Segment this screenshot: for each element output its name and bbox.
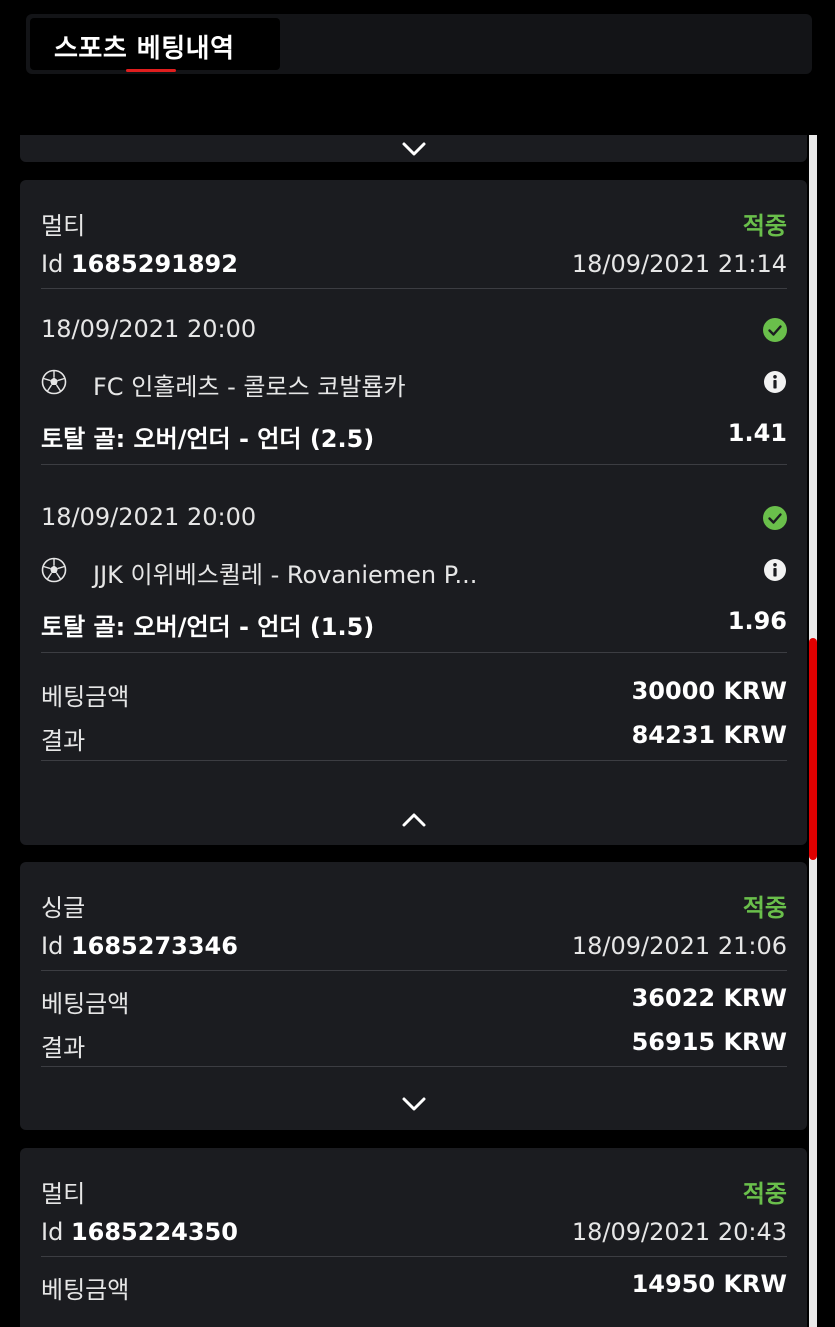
- result-amount: 56915 KRW: [631, 1028, 787, 1056]
- title-underline: [126, 69, 176, 72]
- page-header: 스포츠 베팅내역: [26, 14, 812, 74]
- stake-row: 베팅금액 14950 KRW: [41, 1270, 787, 1310]
- selection-event-row: FC 인홀레츠 - 콜로스 코발룝카: [41, 367, 787, 407]
- bet-type-row: 멀티 적중: [41, 206, 787, 246]
- divider: [41, 652, 787, 653]
- bet-id-row: Id 1685224350 18/09/2021 20:43: [41, 1218, 787, 1258]
- info-icon[interactable]: [763, 370, 787, 394]
- result-amount: 84231 KRW: [631, 721, 787, 749]
- stake-row: 베팅금액 36022 KRW: [41, 984, 787, 1024]
- stake-row: 베팅금액 30000 KRW: [41, 677, 787, 717]
- id-label: Id: [41, 1218, 64, 1246]
- divider: [41, 288, 787, 289]
- stake-label: 베팅금액: [41, 683, 130, 711]
- market-name: 토탈 골: 오버/언더 - 언더 (1.5): [41, 613, 375, 641]
- divider: [41, 1066, 787, 1067]
- collapsed-card-partial: [20, 135, 807, 162]
- result-label: 결과: [41, 1034, 86, 1062]
- selection-market-row: 토탈 골: 오버/언더 - 언더 (2.5) 1.41: [41, 419, 787, 459]
- soccer-ball-icon: [41, 369, 67, 395]
- stake-amount: 14950 KRW: [631, 1270, 787, 1298]
- stake-amount: 30000 KRW: [631, 677, 787, 705]
- event-name: FC 인홀레츠 - 콜로스 코발룝카: [93, 373, 406, 401]
- selection-date: 18/09/2021 20:00: [41, 315, 257, 343]
- bet-card[interactable]: 싱글 적중 Id 1685273346 18/09/2021 21:06 베팅금…: [20, 862, 807, 1130]
- stake-label: 베팅금액: [41, 990, 130, 1018]
- divider: [41, 760, 787, 761]
- soccer-ball-icon: [41, 557, 67, 583]
- bet-datetime: 18/09/2021 21:14: [571, 250, 787, 278]
- id-label: Id: [41, 250, 64, 278]
- odds: 1.41: [727, 419, 787, 447]
- selection-date: 18/09/2021 20:00: [41, 503, 257, 531]
- bet-card[interactable]: 멀티 적중 Id 1685291892 18/09/2021 21:14 18/…: [20, 180, 807, 845]
- bet-datetime: 18/09/2021 20:43: [571, 1218, 787, 1246]
- title-tab[interactable]: 스포츠 베팅내역: [30, 18, 280, 72]
- divider: [41, 970, 787, 971]
- id-label: Id: [41, 932, 64, 960]
- scrollbar-thumb[interactable]: [809, 638, 817, 860]
- bet-type: 멀티: [41, 212, 86, 240]
- bet-type: 싱글: [41, 894, 86, 922]
- bet-status: 적중: [742, 1180, 787, 1208]
- page-title: 스포츠 베팅내역: [54, 34, 235, 64]
- check-circle-icon: [763, 506, 787, 530]
- market-name: 토탈 골: 오버/언더 - 언더 (2.5): [41, 425, 375, 453]
- bet-status: 적중: [742, 212, 787, 240]
- bet-id: 1685291892: [70, 250, 238, 278]
- bet-id: 1685273346: [70, 932, 238, 960]
- bet-type: 멀티: [41, 1180, 86, 1208]
- bet-id-row: Id 1685291892 18/09/2021 21:14: [41, 250, 787, 290]
- chevron-down-icon[interactable]: [400, 139, 428, 159]
- bet-id: 1685224350: [70, 1218, 238, 1246]
- chevron-down-icon[interactable]: [400, 1094, 428, 1114]
- info-icon[interactable]: [763, 558, 787, 582]
- result-label: 결과: [41, 727, 86, 755]
- selection-market-row: 토탈 골: 오버/언더 - 언더 (1.5) 1.96: [41, 607, 787, 647]
- odds: 1.96: [727, 607, 787, 635]
- selection-event-row: JJK 이위베스퀼레 - Rovaniemen P...: [41, 555, 787, 595]
- stake-amount: 36022 KRW: [631, 984, 787, 1012]
- chevron-up-icon[interactable]: [400, 810, 428, 830]
- bet-status: 적중: [742, 894, 787, 922]
- result-row: 결과 56915 KRW: [41, 1028, 787, 1068]
- bet-history-list[interactable]: 멀티 적중 Id 1685291892 18/09/2021 21:14 18/…: [20, 135, 807, 1327]
- divider: [41, 1256, 787, 1257]
- stake-label: 베팅금액: [41, 1276, 130, 1304]
- bet-card[interactable]: 멀티 적중 Id 1685224350 18/09/2021 20:43 베팅금…: [20, 1148, 807, 1327]
- selection-date-row: 18/09/2021 20:00: [41, 315, 787, 355]
- event-name: JJK 이위베스퀼레 - Rovaniemen P...: [93, 561, 478, 589]
- bet-datetime: 18/09/2021 21:06: [571, 932, 787, 960]
- bet-id-row: Id 1685273346 18/09/2021 21:06: [41, 932, 787, 972]
- divider: [41, 464, 787, 465]
- check-circle-icon: [763, 318, 787, 342]
- result-row: 결과 84231 KRW: [41, 721, 787, 761]
- bet-type-row: 싱글 적중: [41, 888, 787, 928]
- selection-date-row: 18/09/2021 20:00: [41, 503, 787, 543]
- bet-type-row: 멀티 적중: [41, 1174, 787, 1214]
